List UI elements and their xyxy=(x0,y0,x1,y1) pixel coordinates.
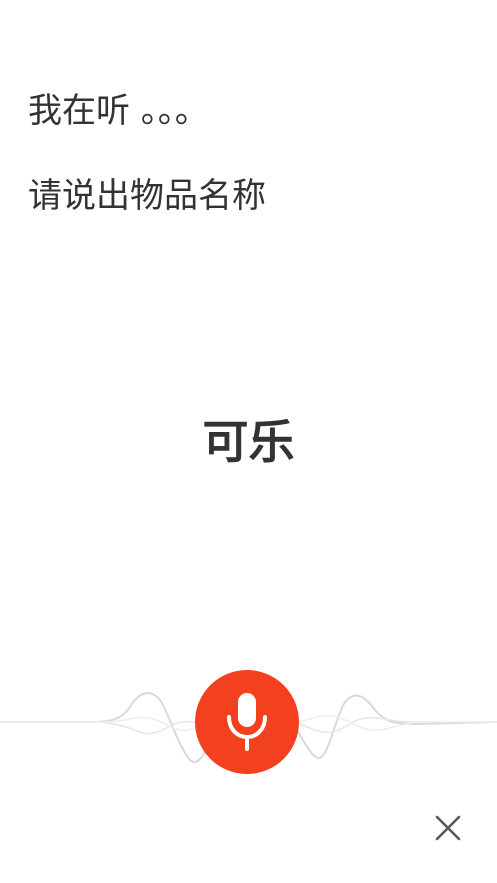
microphone-button[interactable] xyxy=(195,670,299,774)
prompt-text: 请说出物品名称 xyxy=(28,176,266,216)
close-button[interactable] xyxy=(428,808,468,848)
voice-input-screen: 我在听 。。。 请说出物品名称 可乐 xyxy=(0,0,497,883)
microphone-icon xyxy=(227,693,267,751)
recognized-text: 可乐 xyxy=(202,415,295,469)
listening-status: 我在听 。。。 xyxy=(28,91,209,131)
close-icon xyxy=(435,815,461,841)
